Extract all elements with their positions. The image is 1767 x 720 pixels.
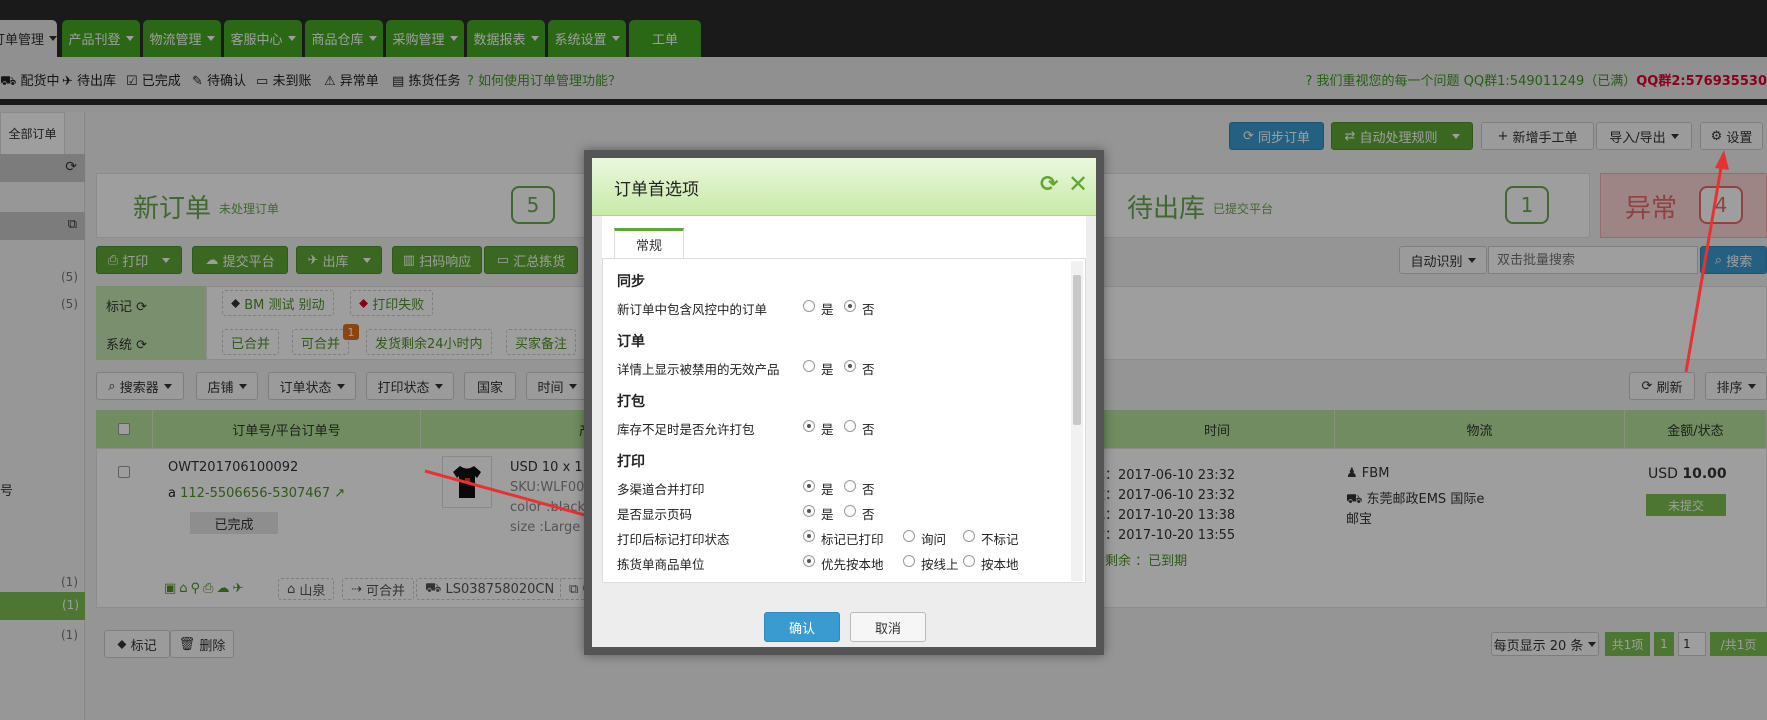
option-label: 新订单中包含风控中的订单 — [617, 302, 768, 317]
radio-label: 按本地 — [981, 557, 1019, 572]
radio-yes[interactable] — [803, 360, 815, 372]
radio-label: 否 — [862, 507, 875, 522]
radio-label: 是 — [821, 302, 834, 317]
radio-mark-printed[interactable] — [803, 530, 815, 542]
cancel-button[interactable]: 取消 — [850, 612, 926, 642]
radio-label: 否 — [862, 362, 875, 377]
radio-yes[interactable] — [803, 480, 815, 492]
section-title-order: 订单 — [617, 334, 645, 350]
dialog-tabbar: 常规 — [602, 216, 1086, 258]
arrowhead — [1715, 150, 1729, 170]
radio-ask[interactable] — [903, 530, 915, 542]
radio-no[interactable] — [844, 420, 856, 432]
arrow-to-settings — [1684, 161, 1724, 373]
confirm-button[interactable]: 确认 — [764, 612, 840, 642]
radio-label: 否 — [862, 302, 875, 317]
radio-no[interactable] — [844, 480, 856, 492]
radio-yes[interactable] — [803, 505, 815, 517]
option-label: 拣货单商品单位 — [617, 557, 705, 572]
radio-no[interactable] — [844, 360, 856, 372]
radio-local-first[interactable] — [803, 555, 815, 567]
dialog-body: 同步 新订单中包含风控中的订单 是 否 订单 详情上显示被禁用的无效产品 是 否… — [602, 258, 1086, 583]
radio-yes[interactable] — [803, 300, 815, 312]
tab-general[interactable]: 常规 — [614, 228, 684, 258]
dialog-title: 订单首选项 — [614, 180, 699, 200]
radio-label: 是 — [821, 422, 834, 437]
radio-label: 不标记 — [981, 532, 1019, 547]
radio-label: 标记已打印 — [821, 532, 884, 547]
order-preferences-dialog: 订单首选项 ⟳ ✕ 常规 同步 新订单中包含风控中的订单 是 否 订单 详情上显… — [584, 150, 1104, 655]
scrollbar-thumb[interactable] — [1073, 275, 1081, 425]
radio-label: 优先按本地 — [821, 557, 884, 572]
option-label: 是否显示页码 — [617, 507, 693, 522]
radio-yes[interactable] — [803, 420, 815, 432]
section-title-sync: 同步 — [617, 274, 645, 290]
radio-label: 按线上 — [921, 557, 959, 572]
radio-no[interactable] — [844, 300, 856, 312]
option-label: 打印后标记打印状态 — [617, 532, 730, 547]
radio-label: 是 — [821, 482, 834, 497]
section-title-pack: 打包 — [617, 394, 645, 410]
tab-label: 常规 — [635, 239, 662, 254]
button-label: 取消 — [874, 621, 901, 637]
radio-no-mark[interactable] — [963, 530, 975, 542]
refresh-icon[interactable]: ⟳ — [1040, 172, 1058, 197]
radio-label: 是 — [821, 362, 834, 377]
radio-label: 询问 — [921, 532, 947, 547]
close-icon[interactable]: ✕ — [1068, 170, 1088, 198]
option-label: 详情上显示被禁用的无效产品 — [617, 362, 780, 377]
radio-online[interactable] — [903, 555, 915, 567]
radio-label: 否 — [862, 422, 875, 437]
button-label: 确认 — [788, 621, 815, 637]
dialog-scrollbar[interactable] — [1071, 261, 1083, 581]
dialog-header: 订单首选项 ⟳ ✕ — [592, 158, 1096, 216]
section-title-print: 打印 — [617, 454, 645, 470]
option-label: 库存不足时是否允许打包 — [617, 422, 755, 437]
radio-no[interactable] — [844, 505, 856, 517]
arrow-to-page-number — [424, 469, 611, 524]
option-label: 多渠道合并打印 — [617, 482, 705, 497]
radio-label: 否 — [862, 482, 875, 497]
radio-label: 是 — [821, 507, 834, 522]
radio-local[interactable] — [963, 555, 975, 567]
